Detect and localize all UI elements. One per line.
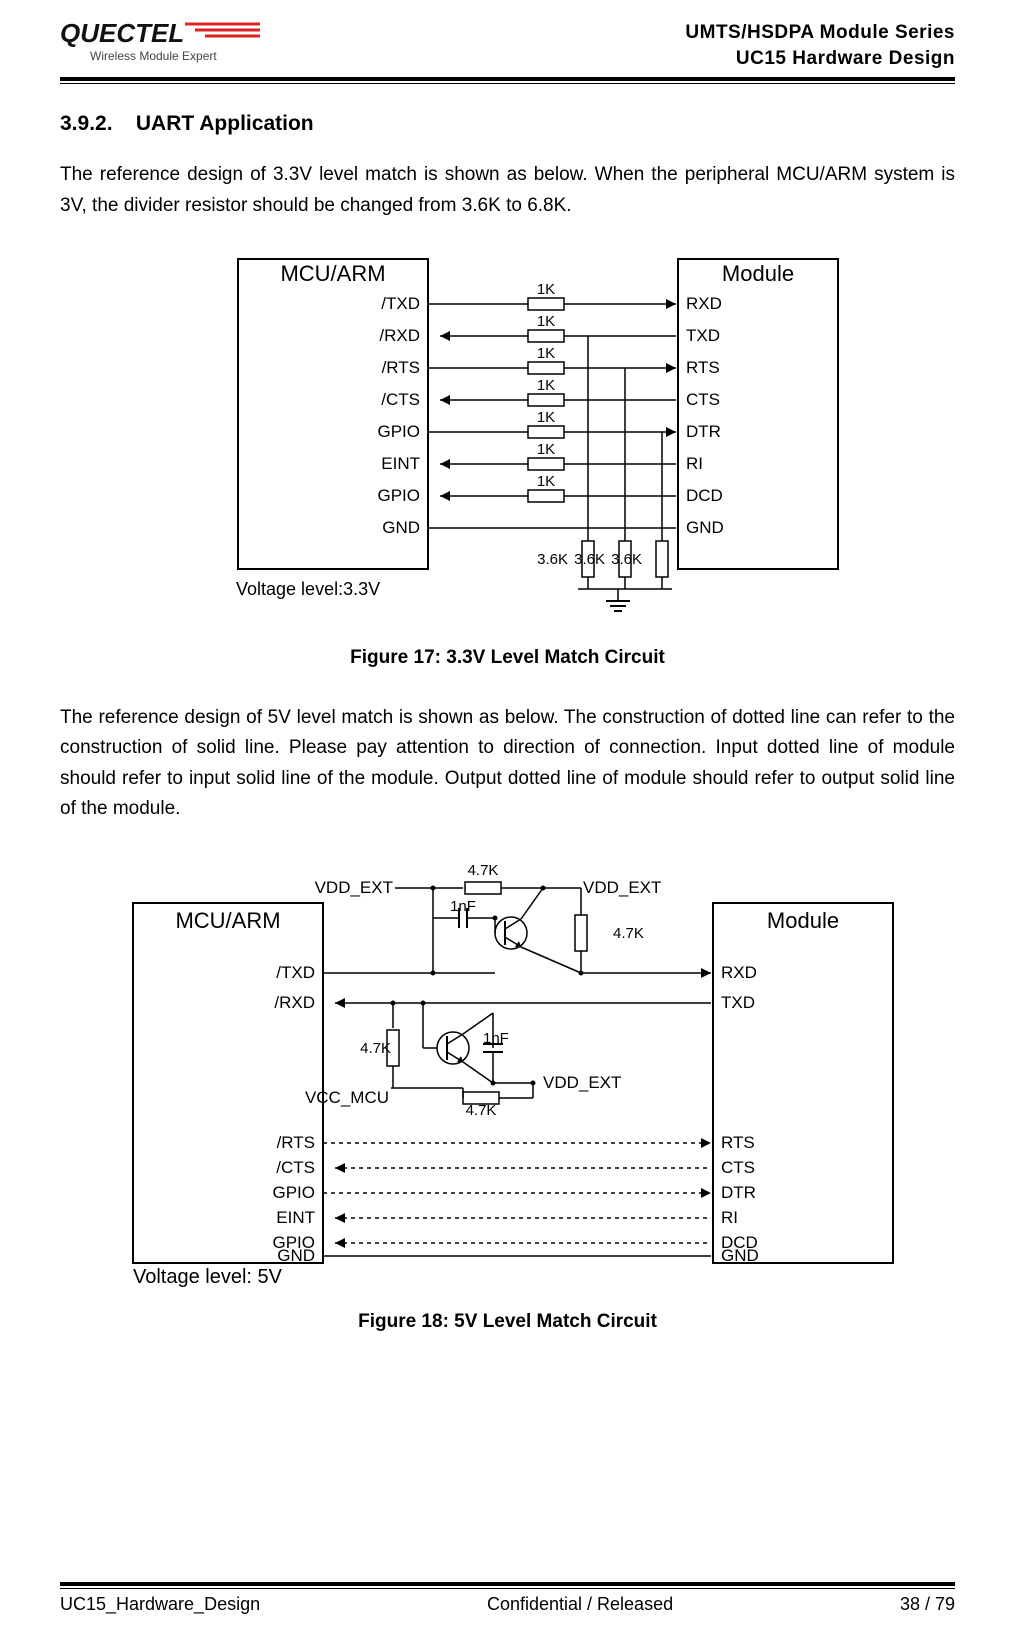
mod-pin: DTR xyxy=(721,1183,756,1202)
header-right: UMTS/HSDPA Module Series UC15 Hardware D… xyxy=(685,20,955,71)
mod-pin: RXD xyxy=(721,963,757,982)
div-r-label: 3.6K xyxy=(537,551,568,568)
mcu-pin: EINT xyxy=(276,1208,315,1227)
voltage-note: Voltage level:3.3V xyxy=(236,579,380,599)
div-r-label: 3.6K xyxy=(574,551,605,568)
series-r-label: 1K xyxy=(536,441,554,458)
module-title: Module xyxy=(721,261,793,286)
r47k-label: 4.7K xyxy=(360,1040,391,1057)
section-heading: 3.9.2. UART Application xyxy=(60,112,955,136)
footer-center: Confidential / Released xyxy=(487,1594,673,1615)
footer-left: UC15_Hardware_Design xyxy=(60,1594,260,1615)
mcu-pin: /CTS xyxy=(276,1158,315,1177)
mcu-pin: /RXD xyxy=(379,326,420,345)
voltage-note: Voltage level: 5V xyxy=(133,1266,283,1288)
vdd-ext-label: VDD_EXT xyxy=(543,1073,621,1092)
r47k-label: 4.7K xyxy=(613,925,644,942)
vdd-ext-label: VDD_EXT xyxy=(314,878,392,897)
mcu-pin: EINT xyxy=(381,454,420,473)
svg-text:QUECTEL: QUECTEL xyxy=(60,20,184,48)
section-title: UART Application xyxy=(136,112,314,135)
figure-18-svg: MCU/ARM Module VDD_EXT 4.7K 1nF VDD_EXT … xyxy=(93,853,923,1293)
figure-18-caption: Figure 18: 5V Level Match Circuit xyxy=(358,1311,657,1333)
c1nf-label: 1nF xyxy=(483,1030,509,1047)
figure-17-svg: MCU/ARM Module /TXD 1K RXD /RXD 1K TXD /… xyxy=(158,249,858,629)
section-number: 3.9.2. xyxy=(60,112,113,135)
logo-block: QUECTEL Wireless Module Expert xyxy=(60,20,270,66)
series-r-label: 1K xyxy=(536,313,554,330)
mcu-pin: /TXD xyxy=(381,294,420,313)
page-footer: UC15_Hardware_Design Confidential / Rele… xyxy=(60,1594,955,1615)
vcc-mcu-label: VCC_MCU xyxy=(304,1088,388,1107)
r47k-label: 4.7K xyxy=(465,1102,496,1119)
mcu-pin: GPIO xyxy=(377,486,420,505)
page-header: QUECTEL Wireless Module Expert UMTS/HSDP… xyxy=(60,20,955,71)
series-r-label: 1K xyxy=(536,473,554,490)
vdd-ext-label: VDD_EXT xyxy=(583,878,661,897)
mod-pin: CTS xyxy=(686,390,720,409)
mod-pin: RTS xyxy=(721,1133,755,1152)
footer-right: 38 / 79 xyxy=(900,1594,955,1615)
footer-rule-thick xyxy=(60,1582,955,1586)
mcu-pin: /RTS xyxy=(381,358,419,377)
c1nf-label: 1nF xyxy=(450,898,476,915)
mod-pin: GND xyxy=(721,1246,759,1265)
paragraph-1: The reference design of 3.3V level match… xyxy=(60,160,955,221)
mcu-pin: /RXD xyxy=(274,993,315,1012)
mcu-pin: GPIO xyxy=(377,422,420,441)
header-rule-thin xyxy=(60,83,955,84)
header-rule-thick xyxy=(60,77,955,81)
mod-pin: RI xyxy=(686,454,703,473)
mod-pin: DTR xyxy=(686,422,721,441)
mod-pin: GND xyxy=(686,518,724,537)
mcu-pin: GND xyxy=(382,518,420,537)
r47k-label: 4.7K xyxy=(467,862,498,879)
figure-17-wrap: MCU/ARM Module /TXD 1K RXD /RXD 1K TXD /… xyxy=(60,249,955,669)
figure-17-caption: Figure 17: 3.3V Level Match Circuit xyxy=(350,647,665,669)
design-label: UC15 Hardware Design xyxy=(685,46,955,72)
quectel-logo: QUECTEL Wireless Module Expert xyxy=(60,20,270,66)
series-label: UMTS/HSDPA Module Series xyxy=(685,20,955,46)
figure-18-wrap: MCU/ARM Module VDD_EXT 4.7K 1nF VDD_EXT … xyxy=(60,853,955,1333)
mod-pin: TXD xyxy=(721,993,755,1012)
mod-pin: CTS xyxy=(721,1158,755,1177)
module-title: Module xyxy=(766,908,838,933)
series-r-label: 1K xyxy=(536,345,554,362)
footer-rule-thin xyxy=(60,1588,955,1589)
series-r-label: 1K xyxy=(536,409,554,426)
mcu-pin: GPIO xyxy=(272,1183,315,1202)
mod-pin: DCD xyxy=(686,486,723,505)
mcu-pin: GND xyxy=(277,1246,315,1265)
mcu-pin: /RTS xyxy=(276,1133,314,1152)
mcu-pin: /CTS xyxy=(381,390,420,409)
mcu-pin: /TXD xyxy=(276,963,315,982)
mcu-title: MCU/ARM xyxy=(175,908,280,933)
series-r-label: 1K xyxy=(536,377,554,394)
logo-tagline: Wireless Module Expert xyxy=(90,49,217,63)
series-r-label: 1K xyxy=(536,281,554,298)
div-r-label: 3.6K xyxy=(611,551,642,568)
mod-pin: RXD xyxy=(686,294,722,313)
mcu-title: MCU/ARM xyxy=(280,261,385,286)
mod-pin: RTS xyxy=(686,358,720,377)
paragraph-2: The reference design of 5V level match i… xyxy=(60,703,955,825)
mod-pin: RI xyxy=(721,1208,738,1227)
mod-pin: TXD xyxy=(686,326,720,345)
